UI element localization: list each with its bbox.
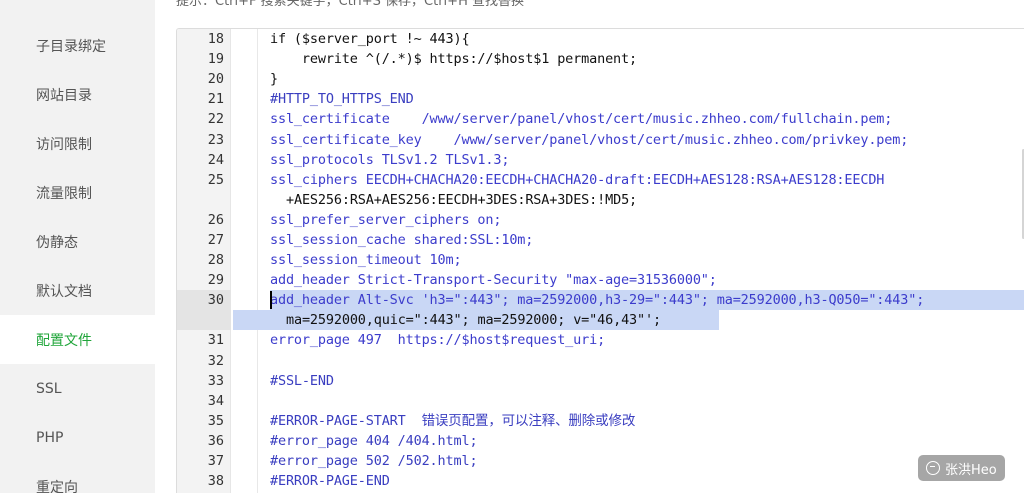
- code-line[interactable]: rewrite ^(/.*)$ https://$host$1 permanen…: [270, 49, 637, 69]
- watermark: 张洪Heo: [918, 455, 1005, 481]
- code-comment: #error_page 502 /502.html;: [270, 453, 478, 469]
- line-number: 29: [207, 272, 224, 288]
- sidebar-item-ssl[interactable]: SSL: [0, 364, 155, 413]
- line-number: 26: [207, 212, 224, 228]
- code-line[interactable]: error_page 497 https://$host$request_uri…: [270, 330, 605, 350]
- text-cursor: [270, 291, 272, 309]
- chat-bubble-icon: [926, 461, 940, 475]
- config-code-editor[interactable]: 18 if ($server_port !~ 443){ 19 rewrite …: [176, 28, 1024, 493]
- code-text: }: [270, 71, 278, 87]
- code-line[interactable]: add_header Strict-Transport-Security "ma…: [270, 270, 717, 290]
- line-number: 20: [207, 71, 224, 87]
- code-text: error_page 497 https://$host$request_uri…: [270, 332, 606, 348]
- code-line[interactable]: }: [270, 69, 278, 89]
- line-number: 38: [207, 473, 224, 489]
- sidebar-item-php[interactable]: PHP: [0, 413, 155, 462]
- code-comment: #ERROR-PAGE-START 错误页配置，可以注释、删除或修改: [270, 413, 636, 429]
- code-text: ssl_certificate_key /www/server/panel/vh…: [270, 132, 909, 148]
- code-text: ssl_prefer_server_ciphers on;: [270, 212, 502, 228]
- code-comment: #error_page 404 /404.html;: [270, 433, 478, 449]
- code-line[interactable]: ssl_certificate /www/server/panel/vhost/…: [270, 109, 892, 129]
- line-number: 25: [207, 172, 224, 188]
- line-number: 19: [207, 51, 224, 67]
- code-line[interactable]: #HTTP_TO_HTTPS_END: [270, 89, 414, 109]
- line-number: 34: [207, 393, 224, 409]
- watermark-text: 张洪Heo: [945, 462, 997, 478]
- code-line[interactable]: add_header Alt-Svc 'h3=":443"; ma=259200…: [270, 290, 924, 310]
- code-text: add_header Alt-Svc 'h3=":443"; ma=259200…: [270, 292, 925, 308]
- code-text: ssl_protocols TLSv1.2 TLSv1.3;: [270, 152, 510, 168]
- code-line[interactable]: #ERROR-PAGE-END: [270, 471, 390, 491]
- indent-guide: [257, 29, 258, 493]
- sidebar-item-config-file[interactable]: 配置文件: [0, 315, 155, 364]
- code-text: rewrite ^(/.*)$ https://$host$1 permanen…: [270, 51, 637, 67]
- code-line[interactable]: ssl_session_cache shared:SSL:10m;: [270, 230, 533, 250]
- code-line[interactable]: #error_page 404 /404.html;: [270, 431, 478, 451]
- line-number: 28: [207, 252, 224, 268]
- code-line[interactable]: ssl_session_timeout 10m;: [270, 250, 462, 270]
- sidebar: 子目录绑定 网站目录 访问限制 流量限制 伪静态 默认文档 配置文件 SSL P…: [0, 0, 155, 493]
- code-line-wrap[interactable]: ma=2592000,quic=":443"; ma=2592000; v="4…: [286, 310, 661, 330]
- code-line[interactable]: ssl_ciphers EECDH+CHACHA20:EECDH+CHACHA2…: [270, 170, 884, 190]
- code-comment: #HTTP_TO_HTTPS_END: [270, 91, 414, 107]
- code-line-wrap[interactable]: +AES256:RSA+AES256:EECDH+3DES:RSA+3DES:!…: [286, 190, 637, 210]
- code-line[interactable]: ssl_prefer_server_ciphers on;: [270, 210, 502, 230]
- code-text: ssl_ciphers EECDH+CHACHA20:EECDH+CHACHA2…: [270, 172, 885, 188]
- line-number: 18: [207, 31, 224, 47]
- line-number: 37: [207, 453, 224, 469]
- line-number: 23: [207, 132, 224, 148]
- sidebar-item-rewrite[interactable]: 伪静态: [0, 217, 155, 266]
- code-comment: #SSL-END: [270, 373, 334, 389]
- line-number: 32: [207, 353, 224, 369]
- line-number: 33: [207, 373, 224, 389]
- code-text: ssl_session_timeout 10m;: [270, 252, 462, 268]
- line-number: 27: [207, 232, 224, 248]
- code-text: if ($server_port !~ 443){: [270, 31, 470, 47]
- code-text: ssl_session_cache shared:SSL:10m;: [270, 232, 534, 248]
- code-line[interactable]: #error_page 502 /502.html;: [270, 451, 478, 471]
- line-number: 31: [207, 332, 224, 348]
- line-number: 21: [207, 91, 224, 107]
- code-text: add_header Strict-Transport-Security "ma…: [270, 272, 717, 288]
- code-line[interactable]: if ($server_port !~ 443){: [270, 29, 470, 49]
- line-number: 35: [207, 413, 224, 429]
- code-text: ssl_certificate /www/server/panel/vhost/…: [270, 111, 893, 127]
- sidebar-item-subdir-binding[interactable]: 子目录绑定: [0, 21, 155, 70]
- code-line[interactable]: ssl_protocols TLSv1.2 TLSv1.3;: [270, 150, 509, 170]
- line-number: 22: [207, 111, 224, 127]
- sidebar-item-default-doc[interactable]: 默认文档: [0, 266, 155, 315]
- editor-hint: 提示：Ctrl+F 搜索关键字，Ctrl+S 保存，Ctrl+H 查找替换: [176, 0, 524, 9]
- sidebar-item-site-directory[interactable]: 网站目录: [0, 70, 155, 119]
- sidebar-item-traffic-limit[interactable]: 流量限制: [0, 168, 155, 217]
- code-text: ma=2592000,quic=":443"; ma=2592000; v="4…: [286, 312, 661, 328]
- sidebar-item-redirect[interactable]: 重定向: [0, 462, 155, 493]
- line-number: 24: [207, 152, 224, 168]
- code-line[interactable]: #SSL-END: [270, 371, 334, 391]
- code-line[interactable]: ssl_certificate_key /www/server/panel/vh…: [270, 130, 908, 150]
- code-comment: #ERROR-PAGE-END: [270, 473, 390, 489]
- sidebar-item-access-limit[interactable]: 访问限制: [0, 119, 155, 168]
- code-text: +AES256:RSA+AES256:EECDH+3DES:RSA+3DES:!…: [286, 192, 638, 208]
- line-number: 36: [207, 433, 224, 449]
- line-number: 30: [207, 292, 224, 308]
- code-line[interactable]: #ERROR-PAGE-START 错误页配置，可以注释、删除或修改: [270, 411, 635, 431]
